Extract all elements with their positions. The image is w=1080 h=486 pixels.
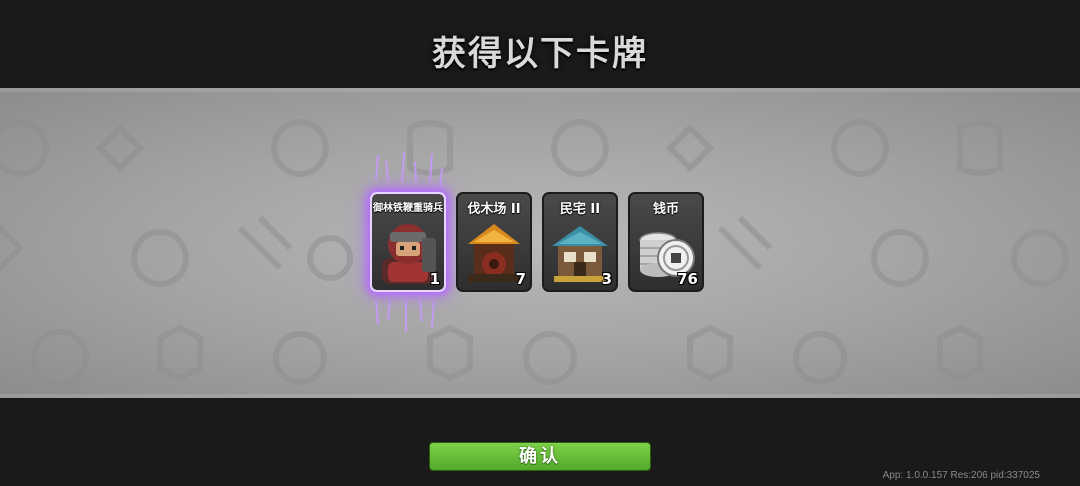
card-name: 钱币 xyxy=(652,202,679,217)
reward-card-list: 御林铁鞭重骑兵 1 伐木场 II 7 民宅 II 3 钱币 76 xyxy=(370,192,704,294)
card-count: 3 xyxy=(601,270,612,288)
reward-card[interactable]: 钱币 76 xyxy=(628,192,704,292)
card-count: 76 xyxy=(677,270,698,288)
card-count: 1 xyxy=(429,270,440,288)
card-name: 御林铁鞭重骑兵 xyxy=(373,203,443,214)
confirm-button[interactable]: 确认 xyxy=(429,442,651,471)
reward-title: 获得以下卡牌 xyxy=(432,34,648,74)
card-count: 7 xyxy=(515,270,526,288)
card-name: 伐木场 II xyxy=(467,202,521,217)
reward-card[interactable]: 伐木场 II 7 xyxy=(456,192,532,292)
reward-card[interactable]: 御林铁鞭重骑兵 1 xyxy=(370,192,446,292)
card-name: 民宅 II xyxy=(559,202,601,217)
version-info: App: 1.0.0.157 Res:206 pid:337025 xyxy=(882,470,1040,481)
reward-card[interactable]: 民宅 II 3 xyxy=(542,192,618,292)
